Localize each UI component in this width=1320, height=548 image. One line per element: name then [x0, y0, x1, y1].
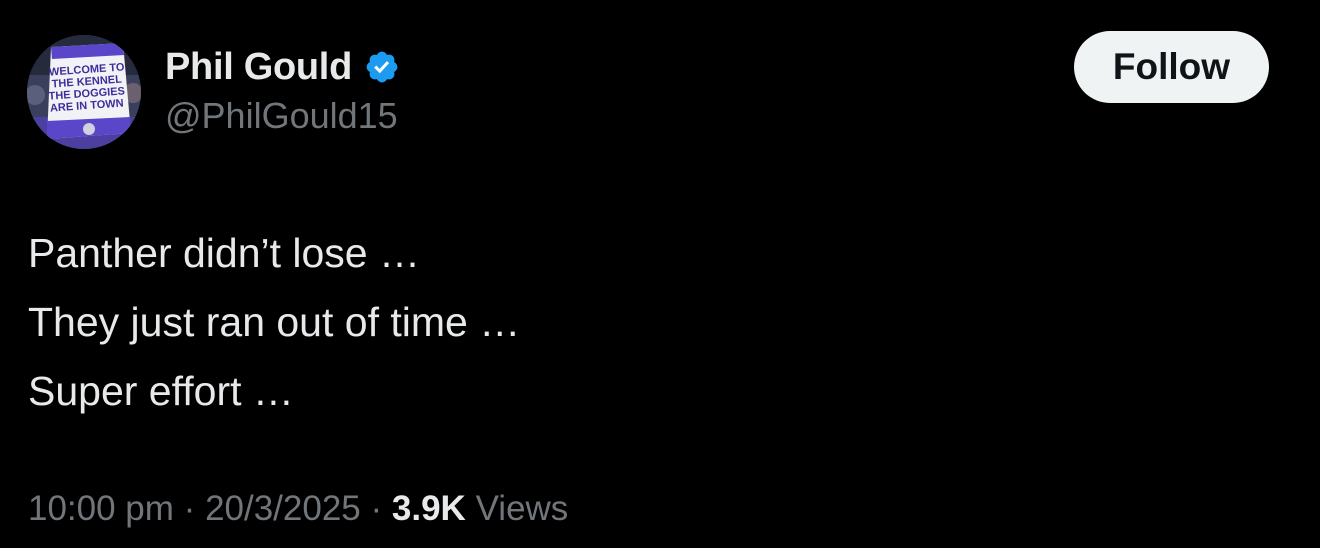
- name-row: Phil Gould: [165, 44, 400, 90]
- tweet-meta: 10:00 pm · 20/3/2025 · 3.9K Views: [28, 489, 568, 529]
- meta-separator: ·: [370, 489, 392, 528]
- avatar[interactable]: WELCOME TO THE KENNEL THE DOGGIES ARE IN…: [27, 35, 141, 149]
- tweet-card: WELCOME TO THE KENNEL THE DOGGIES ARE IN…: [0, 0, 1320, 548]
- verified-badge-icon[interactable]: [364, 49, 400, 85]
- follow-button[interactable]: Follow: [1074, 31, 1269, 103]
- tweet-text: Panther didn’t lose … They just ran out …: [28, 219, 520, 426]
- display-name[interactable]: Phil Gould: [165, 46, 352, 89]
- tweet-date[interactable]: 20/3/2025: [205, 489, 361, 528]
- user-handle[interactable]: @PhilGould15: [165, 95, 398, 137]
- views-count[interactable]: 3.9K: [392, 489, 466, 528]
- tweet-text-line: They just ran out of time …: [28, 299, 521, 345]
- tweet-text-line: Super effort …: [28, 368, 294, 414]
- tweet-text-line: Panther didn’t lose …: [28, 230, 421, 276]
- avatar-photo: WELCOME TO THE KENNEL THE DOGGIES ARE IN…: [27, 35, 141, 149]
- verified-badge-icon-svg: [366, 51, 398, 83]
- views-label: Views: [475, 489, 569, 528]
- meta-separator: ·: [183, 489, 206, 528]
- tweet-time[interactable]: 10:00 pm: [28, 489, 174, 528]
